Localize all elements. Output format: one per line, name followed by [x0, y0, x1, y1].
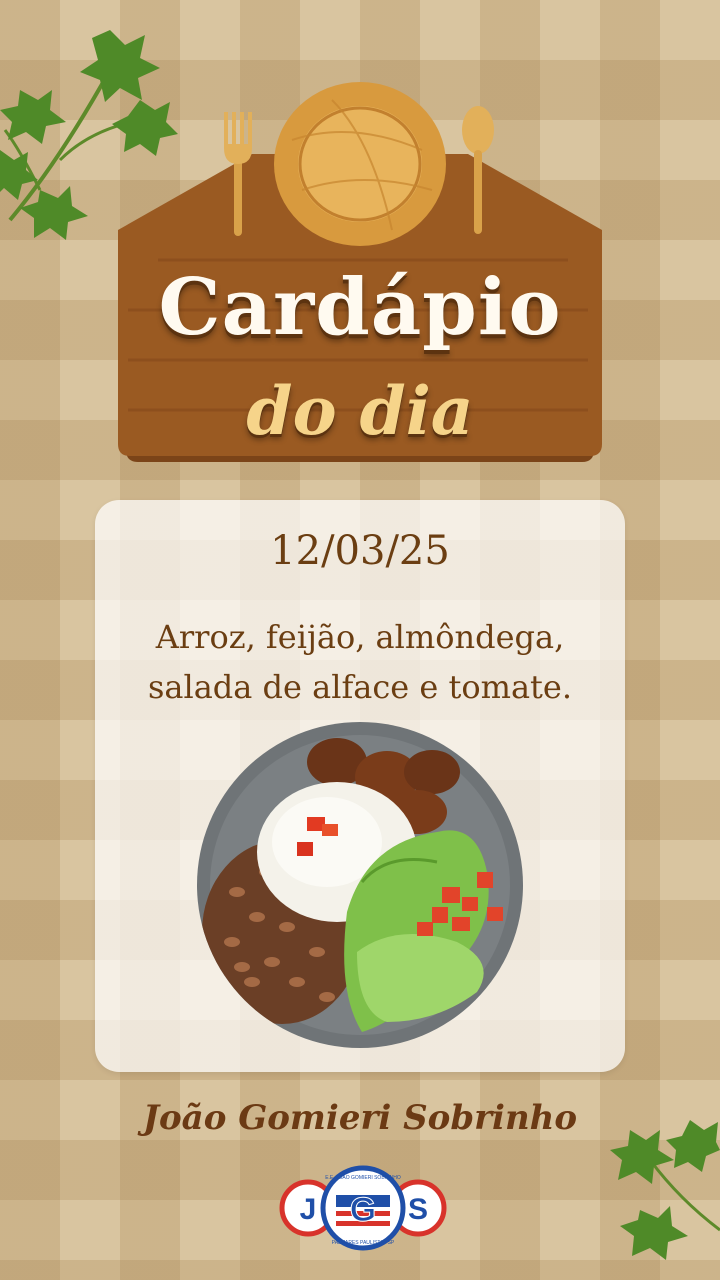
- logo-bottom-text: PALMARES PAULISTA - SP: [332, 1240, 395, 1246]
- menu-items-line: salada de alface e tomate.: [147, 668, 573, 706]
- logo-letter-g: G: [350, 1191, 376, 1229]
- logo-ring-text: E.E. JOÃO GOMIERI SOBRINHO: [325, 1174, 401, 1181]
- logo-letter-s: S: [408, 1193, 428, 1226]
- page-title: Cardápio: [158, 262, 562, 353]
- fork-icon: [224, 112, 252, 236]
- page-subtitle: do dia: [246, 372, 474, 450]
- dish-photo: [197, 722, 523, 1048]
- school-logo: J G S E.E. JOÃO GOMIERI SOBRINHO PALMARE…: [279, 1165, 447, 1251]
- menu-items-line: Arroz, feijão, almôndega,: [155, 618, 565, 656]
- menu-date: 12/03/25: [270, 528, 450, 574]
- logo-letter-j: J: [300, 1193, 317, 1226]
- menu-card: 12/03/25 Arroz, feijão, almôndega, salad…: [95, 500, 625, 1072]
- plate-icon: [274, 82, 446, 246]
- menu-items: Arroz, feijão, almôndega, salada de alfa…: [95, 612, 625, 712]
- spoon-icon: [462, 106, 494, 234]
- school-name: João Gomieri Sobrinho: [142, 1098, 578, 1138]
